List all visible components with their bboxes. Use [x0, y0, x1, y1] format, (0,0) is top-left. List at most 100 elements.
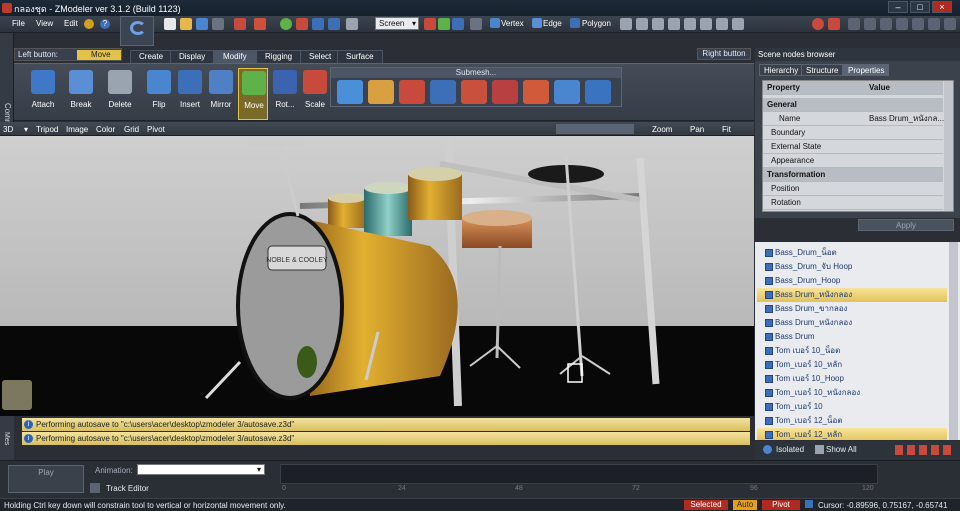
node-checkbox[interactable]: [765, 249, 773, 257]
layout-icon[interactable]: [848, 18, 860, 30]
edge-mode-icon[interactable]: [532, 18, 542, 28]
prop-row[interactable]: Appearance: [763, 154, 943, 168]
prop-row[interactable]: Position: [763, 182, 943, 196]
tab-select[interactable]: Select: [300, 50, 341, 63]
node-checkbox[interactable]: [765, 319, 773, 327]
tab-hierarchy[interactable]: Hierarchy: [759, 64, 804, 76]
submesh-header[interactable]: Submesh...: [331, 68, 621, 78]
apply-button[interactable]: Apply: [858, 219, 954, 231]
help-icon[interactable]: ?: [100, 19, 110, 29]
left-button-panel[interactable]: Left button: Move: [14, 48, 122, 61]
animation-select[interactable]: ▾: [137, 464, 265, 475]
submesh-extrude-icon[interactable]: [337, 80, 363, 104]
node-tools-icons[interactable]: [895, 445, 955, 455]
scale-button[interactable]: Scale: [300, 68, 330, 120]
insert-button[interactable]: Insert: [175, 68, 205, 120]
maximize-button[interactable]: □: [910, 1, 930, 13]
submesh-slice-icon[interactable]: [492, 80, 518, 104]
list-item[interactable]: Tom เบอร์ 10_น็อต: [757, 344, 947, 358]
messages-label[interactable]: Mes: [3, 432, 10, 445]
tab-structure[interactable]: Structure: [801, 64, 844, 76]
select-lasso-icon[interactable]: [652, 18, 664, 30]
list-item[interactable]: Bass Drum: [757, 330, 947, 344]
vertex-mode-icon[interactable]: [490, 18, 500, 28]
prop-value[interactable]: Bass Drum_หนังกล...: [869, 112, 944, 125]
menu-file[interactable]: File: [12, 19, 25, 28]
show-all-button[interactable]: Show All: [826, 445, 857, 454]
node-checkbox[interactable]: [765, 333, 773, 341]
list-item[interactable]: Tom_เบอร์ 12_หลัก: [757, 428, 947, 440]
layout2-icon[interactable]: [864, 18, 876, 30]
node-checkbox[interactable]: [765, 305, 773, 313]
edge-mode-button[interactable]: Edge: [543, 19, 562, 28]
tab-display[interactable]: Display: [170, 50, 215, 63]
left-button-value[interactable]: Move: [77, 50, 121, 60]
node-checkbox[interactable]: [765, 403, 773, 411]
layout7-icon[interactable]: [944, 18, 956, 30]
prop-row[interactable]: External State: [763, 140, 943, 154]
import-icon[interactable]: [234, 18, 246, 30]
pivot-badge[interactable]: Pivot: [762, 500, 800, 510]
break-button[interactable]: Break: [66, 68, 96, 120]
list-item[interactable]: Bass_Drum_Hoop: [757, 274, 947, 288]
mirror-button[interactable]: Mirror: [206, 68, 236, 120]
select-mode-icon[interactable]: [620, 18, 632, 30]
view-grid[interactable]: Grid: [124, 125, 139, 134]
node-checkbox[interactable]: [765, 431, 773, 439]
undo-icon[interactable]: [312, 18, 324, 30]
axis-z-icon[interactable]: [452, 18, 464, 30]
list-item[interactable]: Tom_เบอร์ 12_น็อต: [757, 414, 947, 428]
3d-viewport[interactable]: NOBLE & COOLEY: [0, 136, 754, 416]
list-item[interactable]: Bass Drum_ขากลอง: [757, 302, 947, 316]
layout5-icon[interactable]: [912, 18, 924, 30]
record-icon[interactable]: [812, 18, 824, 30]
save-icon[interactable]: [196, 18, 208, 30]
layout4-icon[interactable]: [896, 18, 908, 30]
submesh-grid-icon[interactable]: [585, 80, 611, 104]
list-item[interactable]: Tom_เบอร์ 10_หนังกลอง: [757, 386, 947, 400]
layout6-icon[interactable]: [928, 18, 940, 30]
list-item[interactable]: Tom_เบอร์ 10: [757, 400, 947, 414]
view-image[interactable]: Image: [66, 125, 88, 134]
view-color[interactable]: Color: [96, 125, 115, 134]
timeline[interactable]: [280, 464, 878, 484]
node-list-scrollbar[interactable]: [949, 242, 958, 440]
list-item[interactable]: Bass_Drum_จับ Hoop: [757, 260, 947, 274]
layout3-icon[interactable]: [880, 18, 892, 30]
coordinate-system-select[interactable]: Screen ▾: [375, 17, 419, 30]
list-item[interactable]: Tom_เบอร์ 10_หลัก: [757, 358, 947, 372]
unhide-icon[interactable]: [732, 18, 744, 30]
axis-x-icon[interactable]: [424, 18, 436, 30]
settings-icon[interactable]: [84, 19, 94, 29]
close-button[interactable]: ×: [932, 1, 952, 13]
prop-row[interactable]: Transformation: [763, 168, 943, 182]
new-file-icon[interactable]: [164, 18, 176, 30]
node-checkbox[interactable]: [765, 389, 773, 397]
submesh-bevel-icon[interactable]: [368, 80, 394, 104]
prop-row[interactable]: General: [763, 98, 943, 112]
redo-icon[interactable]: [328, 18, 340, 30]
submesh-weld-icon[interactable]: [461, 80, 487, 104]
submesh-detach-icon[interactable]: [523, 80, 549, 104]
rotate-button[interactable]: Rot...: [270, 68, 300, 120]
node-checkbox[interactable]: [765, 291, 773, 299]
submesh-box-icon[interactable]: [554, 80, 580, 104]
menu-view[interactable]: View: [36, 19, 53, 28]
node-checkbox[interactable]: [765, 361, 773, 369]
view-options-icons[interactable]: [556, 124, 634, 134]
undo-big-button[interactable]: [120, 16, 154, 46]
hide-icon[interactable]: [716, 18, 728, 30]
open-folder-icon[interactable]: [180, 18, 192, 30]
node-checkbox[interactable]: [765, 375, 773, 383]
list-item[interactable]: Bass Drum_หนังกลอง: [757, 316, 947, 330]
pan-button[interactable]: Pan: [690, 125, 704, 134]
list-item[interactable]: Tom เบอร์ 10_Hoop: [757, 372, 947, 386]
dropdown-icon[interactable]: ▾: [24, 125, 28, 134]
play-button[interactable]: Play: [8, 465, 84, 493]
tab-rigging[interactable]: Rigging: [256, 50, 302, 63]
move-button[interactable]: Move: [238, 68, 268, 120]
key-icon[interactable]: [828, 18, 840, 30]
vertex-mode-button[interactable]: Vertex: [501, 19, 524, 28]
view-tripod[interactable]: Tripod: [36, 125, 58, 134]
node-checkbox[interactable]: [765, 263, 773, 271]
